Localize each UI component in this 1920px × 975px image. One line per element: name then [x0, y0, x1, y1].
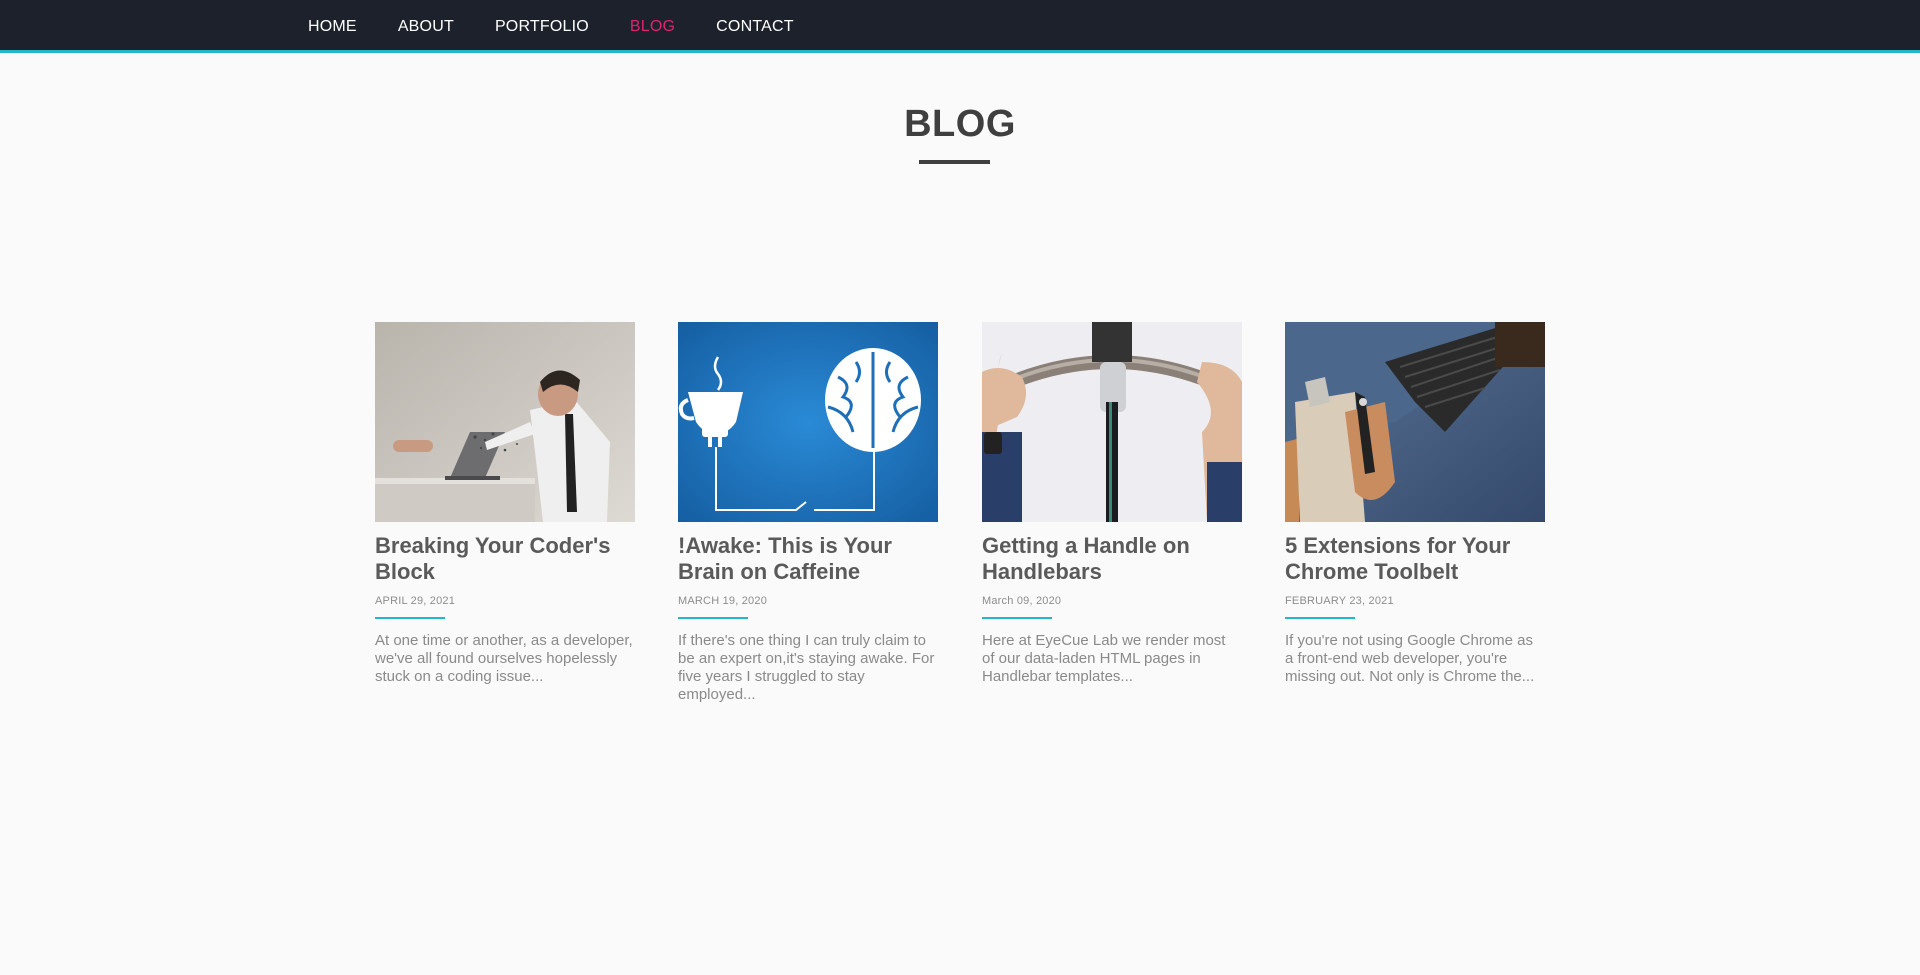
- post-date: FEBRUARY 23, 2021: [1285, 595, 1394, 607]
- bicycle-handlebars-image: [982, 322, 1242, 522]
- post-date: March 09, 2020: [982, 595, 1062, 607]
- post-title[interactable]: Breaking Your Coder's Block: [375, 533, 635, 585]
- post-excerpt: Here at EyeCue Lab we render most of our…: [982, 632, 1226, 685]
- nav-link-portfolio[interactable]: PORTFOLIO: [495, 18, 589, 36]
- blog-post-card: !Awake: This is Your Brain on Caffeine M…: [678, 322, 938, 719]
- coffee-brain-image: [678, 322, 938, 522]
- post-divider: [678, 617, 748, 619]
- blog-post-card: Breaking Your Coder's Block APRIL 29, 20…: [375, 322, 635, 701]
- nav-link-blog[interactable]: BLOG: [630, 18, 675, 36]
- nav-link-contact[interactable]: CONTACT: [716, 18, 794, 36]
- nav-link-about[interactable]: ABOUT: [398, 18, 454, 36]
- post-divider: [375, 617, 445, 619]
- post-excerpt: If you're not using Google Chrome as a f…: [1285, 632, 1535, 685]
- blog-post-card: Getting a Handle on Handlebars March 09,…: [982, 322, 1242, 701]
- nav-list: HOME ABOUT PORTFOLIO BLOG CONTACT: [308, 0, 835, 53]
- blog-post-card: 5 Extensions for Your Chrome Toolbelt FE…: [1285, 322, 1545, 701]
- frustrated-man-laptop-image: [375, 322, 635, 522]
- post-excerpt: At one time or another, as a developer, …: [375, 632, 633, 685]
- post-thumbnail-coders-block[interactable]: [375, 322, 635, 522]
- top-navigation-bar: HOME ABOUT PORTFOLIO BLOG CONTACT: [0, 0, 1920, 53]
- post-divider: [982, 617, 1052, 619]
- nav-link-home[interactable]: HOME: [308, 18, 357, 36]
- post-thumbnail-handlebars[interactable]: [982, 322, 1242, 522]
- post-excerpt: If there's one thing I can truly claim t…: [678, 632, 935, 703]
- post-title[interactable]: Getting a Handle on Handlebars: [982, 533, 1242, 585]
- post-divider: [1285, 617, 1355, 619]
- post-title[interactable]: !Awake: This is Your Brain on Caffeine: [678, 533, 938, 585]
- page-title: BLOG: [904, 103, 1016, 145]
- post-thumbnail-chrome-extensions[interactable]: [1285, 322, 1545, 522]
- post-date: MARCH 19, 2020: [678, 595, 768, 607]
- post-title[interactable]: 5 Extensions for Your Chrome Toolbelt: [1285, 533, 1545, 585]
- title-underline: [919, 160, 990, 164]
- post-thumbnail-caffeine[interactable]: [678, 322, 938, 522]
- post-date: APRIL 29, 2021: [375, 595, 456, 607]
- tool-belt-jeans-image: [1285, 322, 1545, 522]
